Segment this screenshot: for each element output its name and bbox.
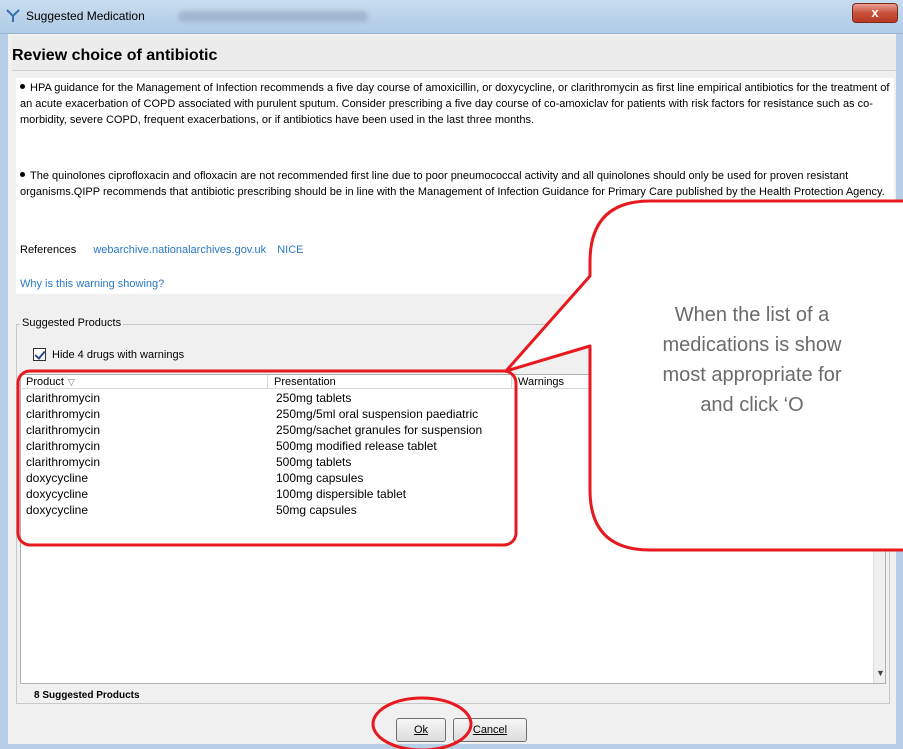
cancel-button[interactable]: Cancel [453, 718, 527, 742]
callout-line-2: medications is show [662, 334, 842, 356]
presentation-cell: 500mg tablets [276, 455, 352, 469]
close-icon: x [871, 5, 879, 20]
presentation-cell: 100mg dispersible tablet [276, 487, 407, 501]
references-label: References [20, 244, 77, 256]
table-row[interactable]: clarithromycin 250mg tablets [20, 391, 540, 406]
table-row[interactable]: doxycycline 100mg dispersible tablet [20, 487, 540, 502]
hide-warnings-option[interactable]: Hide 4 drugs with warnings [33, 348, 184, 361]
callout-line-3: most appropriate for [662, 364, 842, 386]
presentation-cell: 100mg capsules [276, 471, 364, 485]
title-bar: Suggested Medication x [0, 0, 903, 34]
products-count: 8 Suggested Products [34, 690, 140, 701]
redacted-title-text [178, 11, 368, 22]
list-scrollbar[interactable] [873, 375, 885, 683]
table-row[interactable]: clarithromycin 250mg/5ml oral suspension… [20, 407, 540, 422]
column-header-product[interactable]: Product ▽ [20, 375, 268, 389]
references-row: References webarchive.nationalarchives.g… [20, 244, 304, 256]
suggested-products-legend: Suggested Products [20, 317, 124, 329]
hide-warnings-label: Hide 4 drugs with warnings [52, 348, 185, 361]
product-cell: doxycycline [26, 471, 89, 485]
column-header-presentation[interactable]: Presentation [268, 375, 512, 389]
bullet-icon [20, 172, 25, 177]
table-row[interactable]: clarithromycin 250mg/sachet granules for… [20, 423, 540, 438]
bullet-icon [20, 84, 25, 89]
table-row[interactable]: doxycycline 100mg capsules [20, 471, 540, 486]
close-button[interactable]: x [852, 3, 898, 23]
window-border-bottom [0, 744, 903, 749]
why-warning-link[interactable]: Why is this warning showing? [20, 278, 164, 290]
product-cell: clarithromycin [26, 455, 101, 469]
product-cell: doxycycline [26, 487, 89, 501]
reference-link-webarchive[interactable]: webarchive.nationalarchives.gov.uk [93, 244, 266, 256]
page-title: Review choice of antibiotic [12, 47, 218, 64]
app-logo-icon [6, 9, 20, 22]
product-cell: clarithromycin [26, 423, 101, 437]
window-border-left [0, 34, 8, 749]
guidance-paragraph-1: HPA guidance for the Management of Infec… [20, 82, 890, 126]
column-header-warnings[interactable]: Warnings [512, 375, 592, 389]
callout-line-4: and click ‘O [700, 394, 804, 416]
reference-link-nice[interactable]: NICE [277, 244, 303, 256]
product-cell: clarithromycin [26, 407, 101, 421]
presentation-cell: 250mg/5ml oral suspension paediatric [276, 407, 479, 421]
table-row[interactable]: clarithromycin 500mg tablets [20, 455, 540, 470]
presentation-cell: 250mg tablets [276, 391, 352, 405]
hide-warnings-checkbox[interactable] [33, 348, 46, 361]
product-cell: clarithromycin [26, 439, 101, 453]
ok-button[interactable]: Ok [396, 718, 446, 742]
product-cell: doxycycline [26, 503, 89, 517]
presentation-cell: 250mg/sachet granules for suspension [276, 423, 483, 437]
presentation-cell: 50mg capsules [276, 503, 357, 517]
product-cell: clarithromycin [26, 391, 101, 405]
guidance-paragraph-2: The quinolones ciprofloxacin and ofloxac… [20, 170, 885, 198]
callout-line-1: When the list of a [674, 304, 830, 326]
callout-text: When the list of a medications is show m… [592, 300, 903, 420]
table-row[interactable]: clarithromycin 500mg modified release ta… [20, 439, 540, 454]
sort-icon: ▽ [67, 377, 75, 387]
scroll-down-icon[interactable]: ▼ [876, 668, 885, 678]
table-row[interactable]: doxycycline 50mg capsules [20, 503, 540, 518]
presentation-cell: 500mg modified release tablet [276, 439, 437, 453]
window-title: Suggested Medication [26, 9, 145, 23]
